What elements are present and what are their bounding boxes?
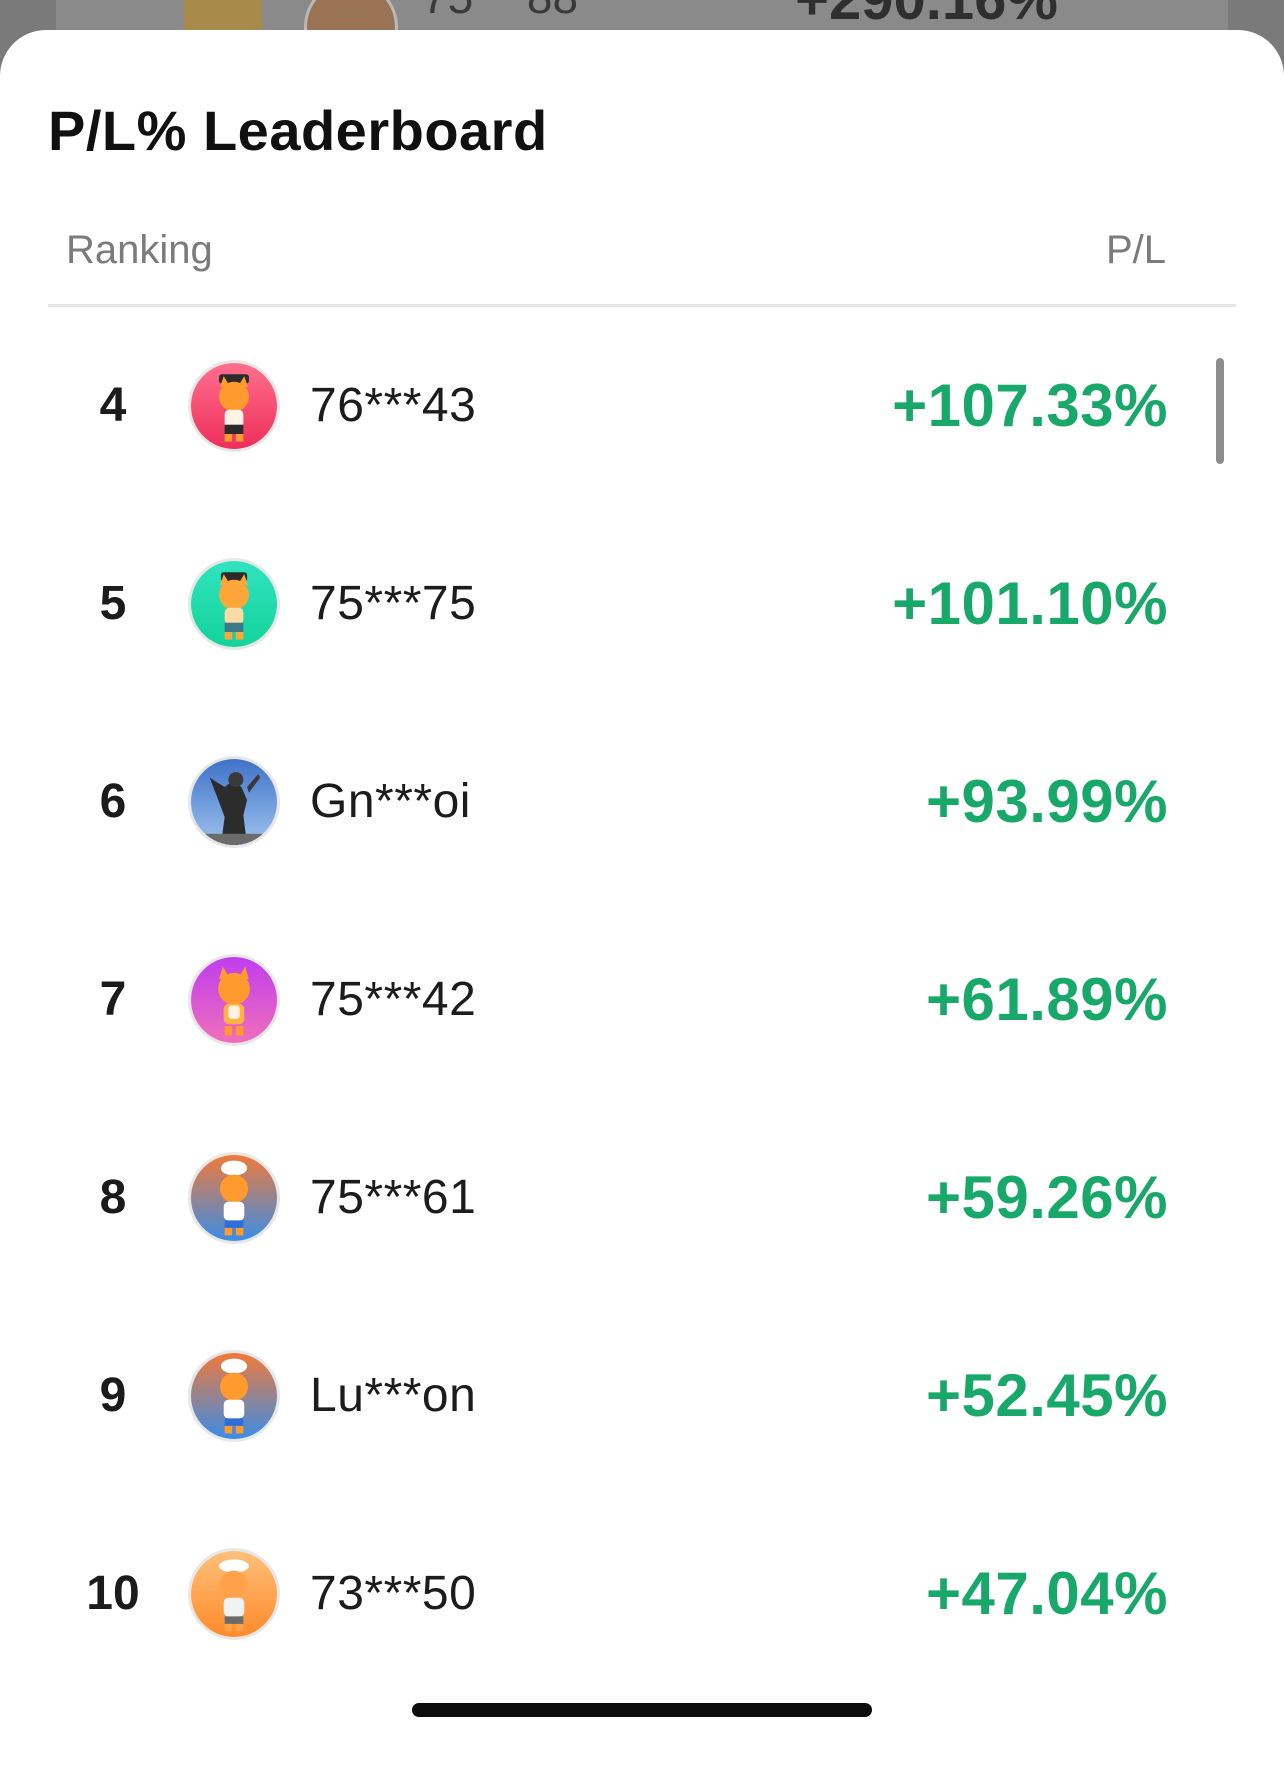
user-name: 75***42 xyxy=(310,973,477,1026)
leaderboard-row[interactable]: 7 75***42 +61.89% xyxy=(0,901,1284,1099)
fox-avatar-teal-icon xyxy=(188,558,280,650)
pl-value: +47.04% xyxy=(925,1560,1168,1627)
rank-number: 4 xyxy=(99,379,127,432)
user-name: 73***50 xyxy=(310,1567,477,1620)
home-indicator[interactable] xyxy=(412,1703,872,1717)
pl-value: +107.33% xyxy=(892,372,1168,439)
pl-value: +52.45% xyxy=(925,1362,1168,1429)
leaderboard-row[interactable]: 4 76***43 +107.33% xyxy=(0,307,1284,505)
pl-value: +59.26% xyxy=(925,1164,1168,1231)
user-name: 75***61 xyxy=(310,1171,477,1224)
fox-chef-avatar-blue-icon xyxy=(188,1350,280,1442)
fox-avatar-pink-icon xyxy=(188,360,280,452)
rank-number: 7 xyxy=(99,973,127,1026)
rank-number: 8 xyxy=(99,1171,127,1224)
user-name: 76***43 xyxy=(310,379,477,432)
user-name: Gn***oi xyxy=(310,775,471,828)
leaderboard-sheet: P/L% Leaderboard Ranking P/L 4 76***43 +… xyxy=(0,30,1284,1772)
statue-photo-icon xyxy=(188,756,280,848)
user-name: 75***75 xyxy=(310,577,477,630)
column-header-pl: P/L xyxy=(1105,228,1166,272)
rank-number: 6 xyxy=(99,775,127,828)
leaderboard-row[interactable]: 8 75***61 +59.26% xyxy=(0,1099,1284,1297)
user-name: Lu***on xyxy=(310,1369,477,1422)
leaderboard-row[interactable]: 9 Lu***on +52.45% xyxy=(0,1297,1284,1495)
column-header-ranking: Ranking xyxy=(66,228,213,272)
backdrop-value: +290.16% xyxy=(795,0,1058,33)
pl-value: +93.99% xyxy=(925,768,1168,835)
rank-number: 9 xyxy=(99,1369,127,1422)
fox-chef-avatar-blue-icon xyxy=(188,1152,280,1244)
fox-avatar-purple-icon xyxy=(188,954,280,1046)
leaderboard-row[interactable]: 6 Gn***oi +93.99% xyxy=(0,703,1284,901)
leaderboard-row[interactable]: 10 73***50 +47.04% xyxy=(0,1495,1284,1693)
scrollbar-thumb[interactable] xyxy=(1216,358,1224,464)
fox-avatar-orange-icon xyxy=(188,1548,280,1640)
rank-number: 5 xyxy=(99,577,127,630)
pl-value: +61.89% xyxy=(925,966,1168,1033)
sheet-title: P/L% Leaderboard xyxy=(48,99,548,162)
backdrop-name: 75***88 xyxy=(422,0,578,24)
leaderboard-row[interactable]: 5 75***75 +101.10% xyxy=(0,505,1284,703)
pl-value: +101.10% xyxy=(892,570,1168,637)
rank-number: 10 xyxy=(86,1567,140,1620)
